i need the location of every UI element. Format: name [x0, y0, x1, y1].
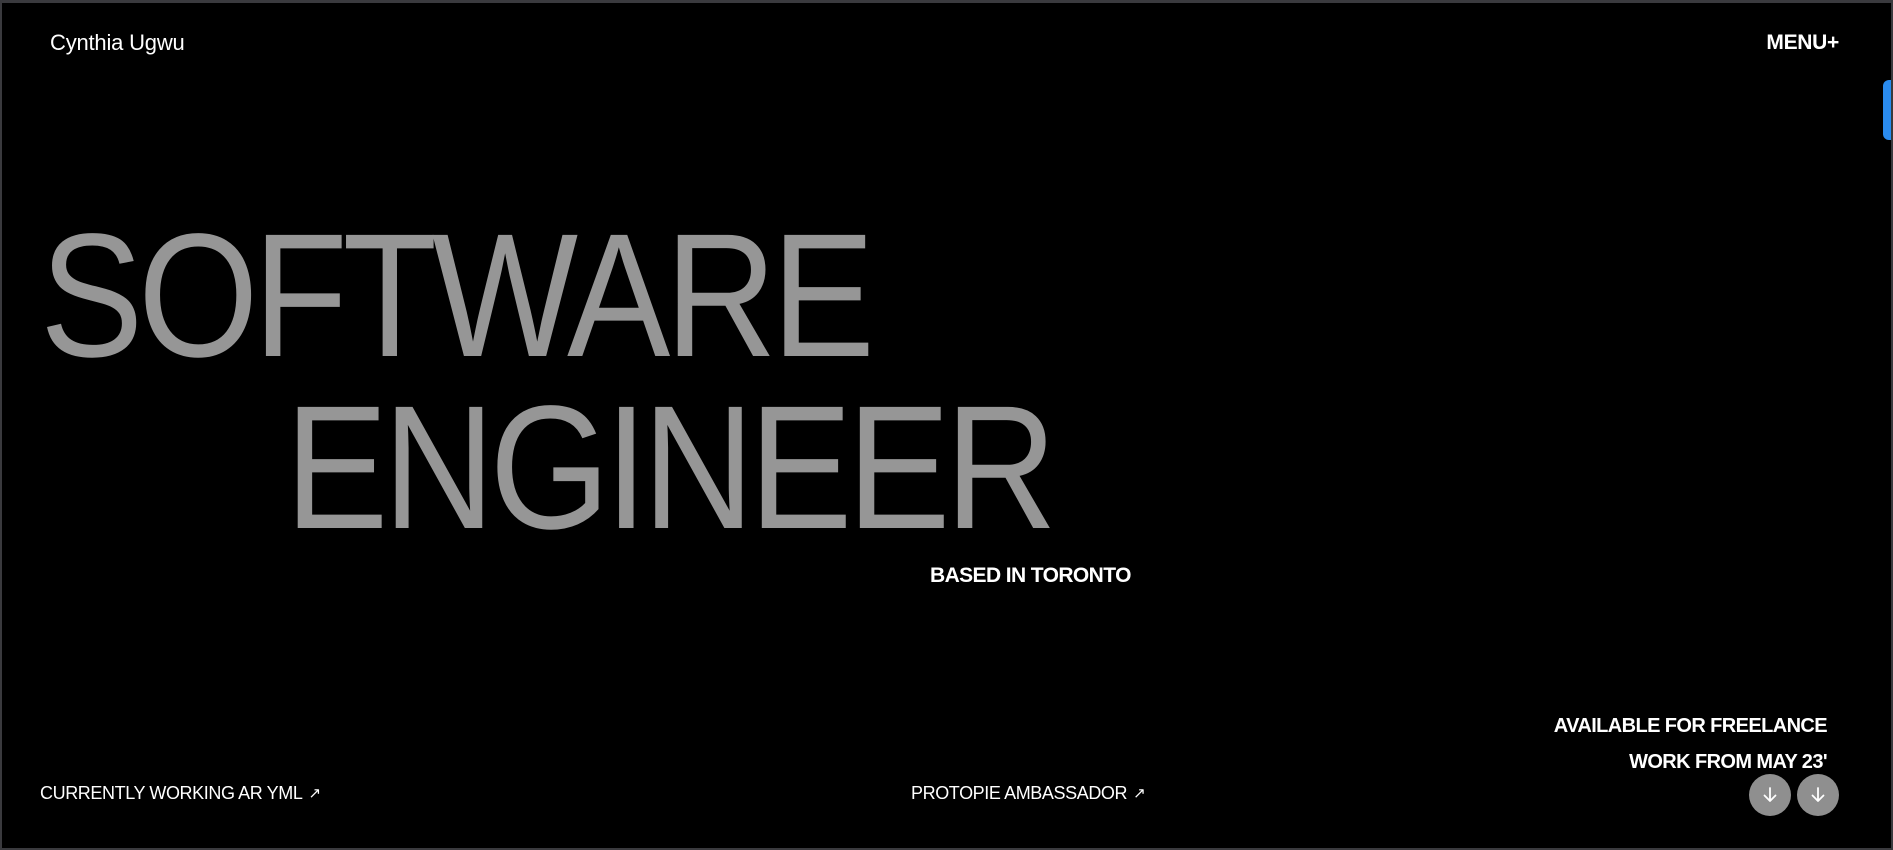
- arrow-up-right-icon: ↗: [308, 785, 321, 802]
- brand-name[interactable]: Cynthia Ugwu: [50, 30, 185, 56]
- scroll-buttons: [1749, 774, 1839, 816]
- scroll-down-button[interactable]: [1749, 774, 1791, 816]
- scrollbar-thumb[interactable]: [1883, 80, 1891, 140]
- location-text: BASED IN TORONTO: [930, 564, 1131, 587]
- protopie-link[interactable]: PROTOPIE AMBASSADOR ↗: [911, 783, 1146, 804]
- current-work-label: CURRENTLY WORKING AR YML: [40, 783, 303, 803]
- page: Cynthia Ugwu MENU+ SOFTWARE ENGINEER BAS…: [2, 3, 1891, 848]
- protopie-label: PROTOPIE AMBASSADOR: [911, 783, 1128, 803]
- hero-line-engineer: ENGINEER: [285, 370, 1057, 566]
- arrow-down-icon: [1811, 787, 1825, 802]
- menu-button[interactable]: MENU+: [1766, 31, 1839, 55]
- scroll-down-button[interactable]: [1797, 774, 1839, 816]
- arrow-down-icon: [1763, 787, 1777, 802]
- availability-text: AVAILABLE FOR FREELANCE WORK FROM MAY 23…: [1553, 708, 1828, 780]
- hero-line-software: SOFTWARE: [40, 198, 875, 394]
- current-work-link[interactable]: CURRENTLY WORKING AR YML ↗: [40, 783, 321, 804]
- availability-line-1: AVAILABLE FOR FREELANCE: [1553, 715, 1828, 737]
- arrow-up-right-icon: ↗: [1133, 785, 1146, 802]
